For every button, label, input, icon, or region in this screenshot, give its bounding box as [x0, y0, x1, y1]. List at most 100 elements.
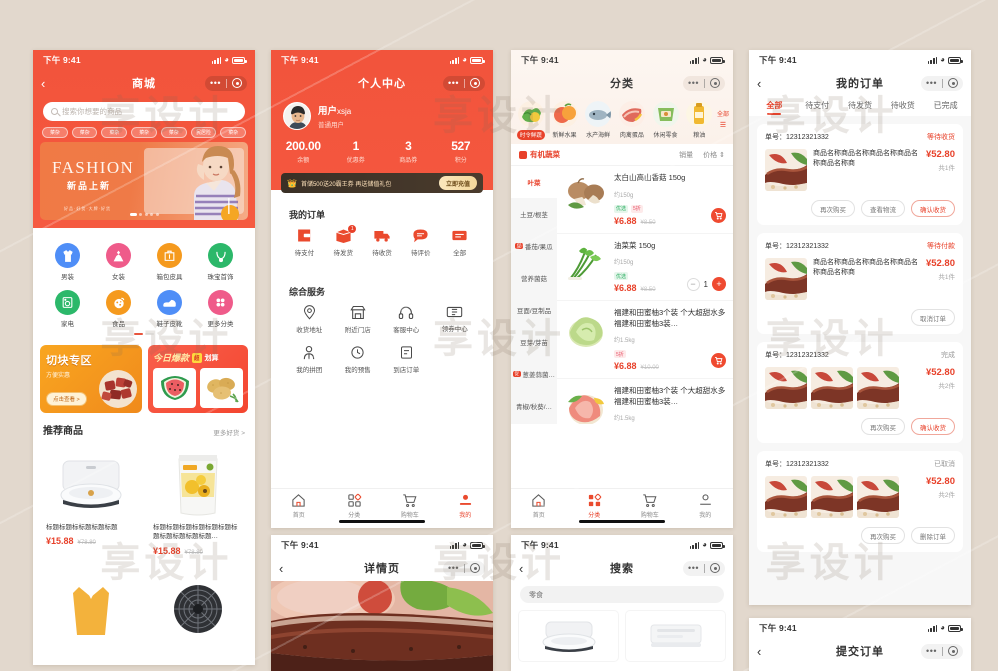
all-categories-button[interactable]: 全部 ☰ [717, 101, 729, 140]
service-item-stores[interactable]: 附近门店 [334, 305, 383, 334]
stat-points[interactable]: 527 积分 [435, 139, 488, 164]
side-category-item[interactable]: 促番茄/果瓜 [511, 230, 557, 262]
side-category-item[interactable]: 青椒/秋葵/… [511, 390, 557, 422]
mini-program-capsule[interactable]: ••• [683, 560, 725, 576]
side-category-item[interactable]: 豆面/豆制品 [511, 294, 557, 326]
order-status-pending-pay[interactable]: 待支付 [285, 228, 324, 257]
category-item-shoes[interactable]: 鞋子皮靴 [144, 290, 195, 328]
quick-tag[interactable]: 菜杂 [220, 127, 247, 138]
search-input[interactable]: 搜索你想要的商品 [43, 102, 245, 121]
top-category-vegetable[interactable]: 时令鲜蔬 [515, 101, 547, 140]
quick-tag[interactable]: 菜杂 [42, 127, 68, 138]
category-item-jewelry[interactable]: 珠宝首饰 [195, 243, 246, 281]
more-dots-icon[interactable]: ••• [926, 78, 937, 88]
side-category-item[interactable]: 促葱姜蒜菌… [511, 358, 557, 390]
goods-row[interactable]: 油菜菜 150g 约150g 优选 ¥6.88 ¥8.50 − 1 + [557, 234, 733, 301]
side-category-item[interactable]: 美妆个护 [511, 422, 557, 424]
more-dots-icon[interactable]: ••• [448, 563, 459, 573]
stat-balance[interactable]: 200.00 余额 [277, 139, 330, 164]
more-dots-icon[interactable]: ••• [688, 78, 699, 88]
search-result-card[interactable] [625, 610, 726, 662]
promo-card-cutblocks[interactable]: 切块专区 方便实惠 点击查看 > [40, 345, 142, 413]
tab-cart[interactable]: 购物车 [382, 493, 438, 519]
target-icon[interactable] [948, 78, 958, 88]
order-status-all[interactable]: 全部 [440, 228, 479, 257]
target-icon[interactable] [232, 78, 242, 88]
product-card[interactable] [147, 567, 248, 659]
service-item-support[interactable]: 客服中心 [382, 305, 431, 334]
goods-row[interactable]: 太白山高山香菇 150g 约150g 优选 5折 ¥6.88 ¥8.50 [557, 166, 733, 234]
stat-product-coupons[interactable]: 3 商品券 [382, 139, 435, 164]
category-item-food[interactable]: 食品 [93, 290, 144, 328]
product-card[interactable]: 标题标题标题标题标题标题标题标题标题标题标题… ¥15.88 ¥78.80 [147, 442, 248, 562]
recharge-button[interactable]: 立即充值 [438, 176, 477, 190]
category-item-more[interactable]: 更多分类 [195, 290, 246, 328]
service-item-group[interactable]: 我的拼团 [285, 345, 334, 374]
tab-cart[interactable]: 购物车 [622, 493, 678, 519]
tab-home[interactable]: 首页 [511, 493, 567, 519]
promo-button[interactable]: 点击查看 > [46, 392, 87, 406]
side-category-item[interactable]: 豆芽/芽苗 [511, 326, 557, 358]
promo-item-watermelon[interactable] [153, 368, 196, 408]
buy-again-button[interactable]: 再次购买 [861, 418, 905, 435]
mini-program-capsule[interactable]: ••• [921, 75, 963, 91]
search-result-card[interactable] [518, 610, 619, 662]
decrease-button[interactable]: − [686, 277, 700, 291]
mini-program-capsule[interactable]: ••• [683, 75, 725, 91]
view-logistics-button[interactable]: 查看物流 [861, 200, 905, 217]
tab-profile[interactable]: 我的 [678, 493, 734, 519]
quick-tag[interactable]: 菜杂 [101, 127, 128, 138]
confirm-receipt-button[interactable]: 确认收货 [911, 200, 955, 217]
increase-button[interactable]: + [712, 277, 726, 291]
category-item-appliances[interactable]: 家电 [42, 290, 93, 328]
service-item-presale[interactable]: 我的预售 [334, 345, 383, 374]
order-status-pending-review[interactable]: 待评价 [401, 228, 440, 257]
more-dots-icon[interactable]: ••• [210, 78, 221, 88]
more-dots-icon[interactable]: ••• [448, 78, 459, 88]
quick-tag[interactable]: 菜杂 [131, 127, 157, 138]
top-category-oil[interactable]: 粮油 [683, 101, 715, 140]
mini-program-capsule[interactable]: ••• [443, 75, 485, 91]
quick-tag[interactable]: 民居险 [190, 127, 217, 138]
quantity-stepper[interactable]: − 1 + [686, 277, 726, 291]
avatar[interactable] [283, 102, 311, 130]
tab-home[interactable]: 首页 [271, 493, 327, 519]
promo-item-potato[interactable] [200, 368, 243, 408]
more-dots-icon[interactable]: ••• [926, 646, 937, 656]
service-item-coupons[interactable]: 领券中心 [431, 305, 480, 334]
user-block[interactable]: 用户xsja 普通用户 [271, 96, 493, 130]
top-category-seafood[interactable]: 水产海鲜 [582, 101, 614, 140]
target-icon[interactable] [470, 78, 480, 88]
side-category-item[interactable]: 土豆/根茎 [511, 198, 557, 230]
order-card[interactable]: 单号：12312321332 已取消 ¥52.80 共2件 再次购买 删除订单 [757, 451, 963, 552]
add-to-cart-button[interactable] [711, 207, 726, 223]
mini-program-capsule[interactable]: ••• [205, 75, 247, 91]
target-icon[interactable] [710, 78, 720, 88]
tab-all[interactable]: 全部 [753, 100, 796, 116]
confirm-receipt-button[interactable]: 确认收货 [911, 418, 955, 435]
tab-category[interactable]: 分类 [327, 493, 383, 519]
top-category-fruit[interactable]: 新鲜水果 [549, 101, 581, 140]
delete-order-button[interactable]: 删除订单 [911, 527, 955, 544]
top-category-snack[interactable]: 休闲零食 [650, 101, 682, 140]
quick-tag[interactable]: 菜杂 [160, 127, 187, 138]
order-card[interactable]: 单号：12312321332 完成 ¥52.80 共2件 再次购买 确认收货 [757, 342, 963, 443]
more-dots-icon[interactable]: ••• [688, 563, 699, 573]
mini-program-capsule[interactable]: ••• [921, 643, 963, 659]
target-icon[interactable] [710, 563, 720, 573]
stat-coupons[interactable]: 1 优惠券 [330, 139, 383, 164]
vip-recharge-banner[interactable]: 👑 首储500送20霸王券 再送储值礼包 立即充值 [281, 173, 483, 193]
product-card[interactable] [40, 567, 141, 659]
tab-pending-ship[interactable]: 待发货 [839, 100, 882, 116]
buy-again-button[interactable]: 再次购买 [811, 200, 855, 217]
service-item-instore-order[interactable]: 到店订单 [382, 345, 431, 374]
order-status-pending-ship[interactable]: 1 待发货 [324, 225, 363, 257]
category-item-bags[interactable]: 箱包皮具 [144, 243, 195, 281]
sort-by-price[interactable]: 价格 ⇕ [703, 150, 725, 160]
side-category-item[interactable]: 叶菜 [511, 166, 557, 198]
tab-pending-pay[interactable]: 待支付 [796, 100, 839, 116]
product-card[interactable]: 标题标题标标题标题标题 ¥15.88 ¥78.80 [40, 442, 141, 562]
category-item-menswear[interactable]: 男装 [42, 243, 93, 281]
add-to-cart-button[interactable] [711, 353, 726, 368]
service-item-address[interactable]: 收货地址 [285, 305, 334, 334]
